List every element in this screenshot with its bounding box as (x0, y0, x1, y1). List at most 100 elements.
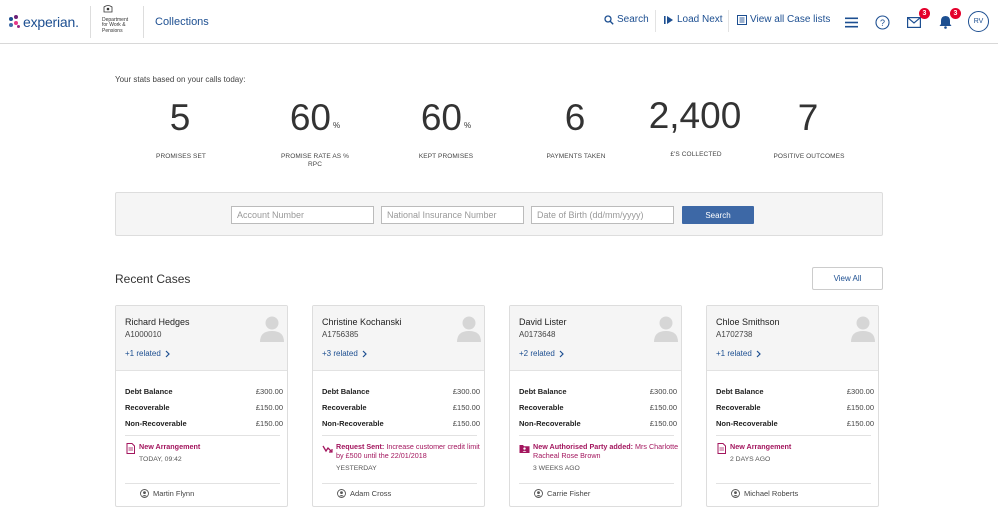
related-label: +3 related (322, 349, 358, 358)
stat-payments-taken: 6 PAYMENTS TAKEN (511, 97, 641, 161)
case-card-header: Richard Hedges A1000010 +1 related (116, 306, 287, 371)
case-card[interactable]: David Lister A0173648 +2 related Debt Ba… (509, 305, 682, 507)
related-link[interactable]: +2 related (519, 349, 564, 358)
recoverable-row: Recoverable £150.00 (125, 402, 283, 412)
request-arrow-icon (322, 445, 333, 453)
search-icon (604, 14, 614, 25)
account-number: A1000010 (125, 330, 162, 339)
ni-number-input[interactable] (381, 206, 524, 224)
customer-name[interactable]: Christine Kochanski (322, 317, 402, 327)
skip-next-icon (664, 15, 673, 24)
card-divider (322, 435, 477, 436)
card-divider (716, 483, 871, 484)
notification-badge: 3 (950, 8, 961, 19)
case-card-header: Chloe Smithson A1702738 +1 related (707, 306, 878, 371)
view-all-case-lists-link[interactable]: View all Case lists (737, 14, 830, 25)
case-card[interactable]: Richard Hedges A1000010 +1 related Debt … (115, 305, 288, 507)
activity-time: TODAY, 09:42 (139, 456, 182, 463)
user-circle-icon (140, 489, 149, 498)
agent-name: Michael Roberts (744, 489, 799, 498)
search-link-label: Search (617, 14, 649, 25)
activity-time: 3 WEEKS AGO (533, 465, 580, 472)
related-label: +2 related (519, 349, 555, 358)
mail-badge: 3 (919, 8, 930, 19)
case-card[interactable]: Christine Kochanski A1756385 +3 related … (312, 305, 485, 507)
non-recoverable-row: Non-Recoverable £150.00 (125, 418, 283, 428)
crest-icon (103, 5, 113, 13)
card-divider (716, 435, 871, 436)
activity-text: Request Sent: Increase customer credit l… (336, 442, 480, 460)
related-link[interactable]: +1 related (716, 349, 761, 358)
agent: Martin Flynn (140, 489, 194, 498)
person-placeholder-icon (654, 316, 678, 342)
customer-name[interactable]: Chloe Smithson (716, 317, 780, 327)
list-icon (737, 14, 747, 25)
customer-name[interactable]: David Lister (519, 317, 567, 327)
non-recoverable-row: Non-Recoverable £150.00 (322, 418, 480, 428)
logo-text: experian. (23, 14, 79, 30)
document-icon (126, 443, 135, 454)
recent-cases-title: Recent Cases (115, 272, 191, 286)
dob-input[interactable] (531, 206, 674, 224)
stat-value: 5 (169, 97, 191, 138)
case-card[interactable]: Chloe Smithson A1702738 +1 related Debt … (706, 305, 879, 507)
document-icon (717, 443, 726, 454)
related-link[interactable]: +1 related (125, 349, 170, 358)
agent: Carrie Fisher (534, 489, 590, 498)
nav-divider (655, 10, 656, 32)
person-placeholder-icon (851, 316, 875, 342)
search-button[interactable]: Search (682, 206, 754, 224)
header-divider (90, 6, 91, 38)
non-recoverable-row: Non-Recoverable £150.00 (519, 418, 677, 428)
help-button[interactable]: ? (871, 11, 893, 33)
agent-name: Carrie Fisher (547, 489, 591, 498)
svg-text:?: ? (879, 17, 884, 27)
header-divider (143, 6, 144, 38)
card-divider (519, 435, 674, 436)
activity-time: 2 DAYS AGO (730, 456, 771, 463)
user-avatar-button[interactable]: RV (968, 11, 989, 32)
related-label: +1 related (716, 349, 752, 358)
chevron-right-icon (559, 350, 564, 357)
case-card-header: David Lister A0173648 +2 related (510, 306, 681, 371)
stats-intro: Your stats based on your calls today: (115, 75, 246, 84)
experian-logo[interactable]: experian. (9, 13, 79, 31)
menu-button[interactable] (840, 11, 862, 33)
stat-label: PROMISES SET (156, 153, 206, 160)
related-label: +1 related (125, 349, 161, 358)
person-placeholder-icon (457, 316, 481, 342)
case-card-header: Christine Kochanski A1756385 +3 related (313, 306, 484, 371)
user-circle-icon (337, 489, 346, 498)
card-divider (322, 483, 477, 484)
agent-name: Martin Flynn (153, 489, 195, 498)
view-all-button[interactable]: View All (812, 267, 883, 290)
chevron-right-icon (362, 350, 367, 357)
stat-label: PROMISE RATE AS % RPC (280, 153, 350, 168)
non-recoverable-row: Non-Recoverable £150.00 (716, 418, 874, 428)
activity-text: New Arrangement (139, 442, 201, 451)
agent: Adam Cross (337, 489, 391, 498)
card-divider (125, 483, 280, 484)
mail-icon (907, 16, 921, 28)
load-next-link[interactable]: Load Next (664, 14, 723, 25)
customer-name[interactable]: Richard Hedges (125, 317, 190, 327)
notifications-button[interactable]: 3 (934, 8, 961, 33)
activity-time: YESTERDAY (336, 465, 377, 472)
user-circle-icon (534, 489, 543, 498)
activity-text: New Arrangement (730, 442, 792, 451)
debt-balance-row: Debt Balance £300.00 (519, 386, 677, 396)
account-number-input[interactable] (231, 206, 374, 224)
balance-rows: Debt Balance £300.00 Recoverable £150.00 N… (322, 383, 480, 431)
messages-button[interactable]: 3 (903, 8, 930, 33)
user-circle-icon (731, 489, 740, 498)
related-link[interactable]: +3 related (322, 349, 367, 358)
search-link[interactable]: Search (604, 14, 649, 25)
nav-divider (728, 10, 729, 32)
stat-label: POSITIVE OUTCOMES (773, 153, 845, 160)
dwp-logo: Department for Work & Pensions (102, 4, 138, 34)
top-bar: experian. Department for Work & Pensions… (0, 0, 998, 44)
stat-kept-promises: 60% KEPT PROMISES (381, 97, 511, 161)
debt-balance-row: Debt Balance £300.00 (322, 386, 480, 396)
dwp-line-3: Pensions (102, 27, 123, 34)
balance-rows: Debt Balance £300.00 Recoverable £150.00 N… (125, 383, 283, 431)
